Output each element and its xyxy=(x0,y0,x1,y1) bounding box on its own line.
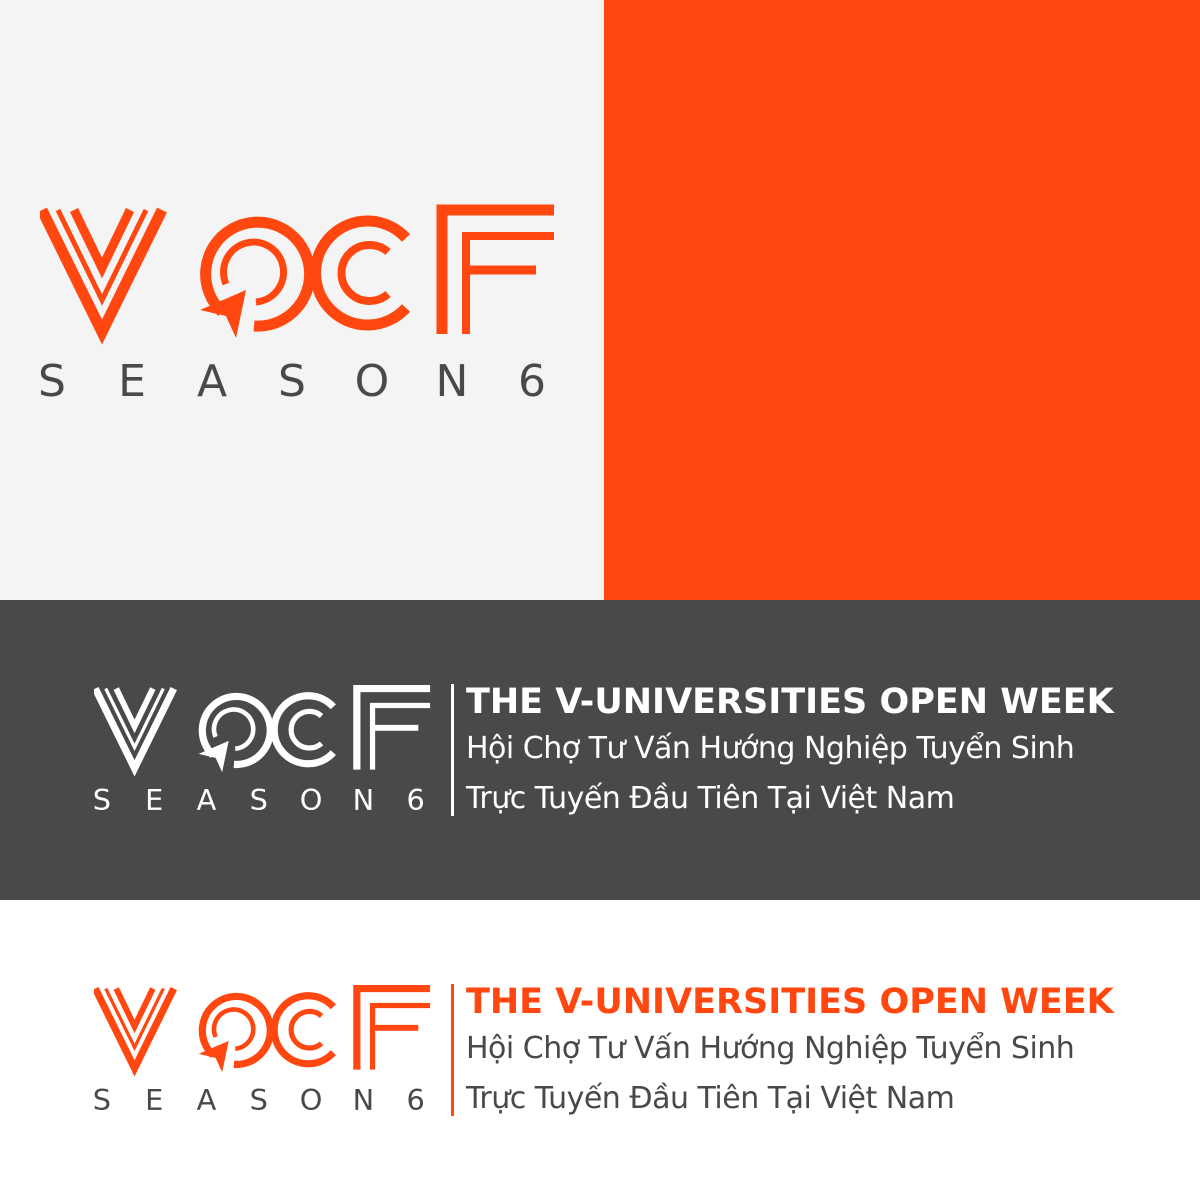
season-letter: S xyxy=(94,1083,111,1116)
tagline-line-1: Hội Chợ Tư Vấn Hướng Nghiệp Tuyển Sinh xyxy=(466,731,1075,766)
season-letter: 6 xyxy=(407,1083,425,1116)
logo-letter-f xyxy=(353,684,431,770)
cursor-arrow-in-circle-icon xyxy=(198,992,274,1073)
tagline-block-dark: THE V-UNIVERSITIES OPEN WEEK Hội Chợ Tư … xyxy=(466,680,1114,824)
logo-letter-v xyxy=(94,986,177,1077)
season-letter: N xyxy=(353,1083,375,1116)
logo-letter-c xyxy=(310,215,411,331)
season-letter: A xyxy=(197,1083,217,1116)
logo-letter-v xyxy=(40,207,167,345)
logo-panel-orange: SEASON6 xyxy=(604,0,1200,600)
season-label: SEASON6 xyxy=(94,1083,425,1116)
tagline-line-2: Trực Tuyến Đầu Tiên Tại Việt Nam xyxy=(466,781,955,816)
tagline-block-white: THE V-UNIVERSITIES OPEN WEEK Hội Chợ Tư … xyxy=(466,980,1114,1124)
logo-letter-v xyxy=(94,686,177,777)
season-letter: S xyxy=(250,783,268,816)
season-letter: S xyxy=(94,783,111,816)
vocf-logo-orange: S E A S ON 6 xyxy=(40,204,554,404)
vocf-logo-white-small: SEASON6 xyxy=(94,684,431,816)
season-letter: 6 xyxy=(518,356,546,404)
logo-letter-f xyxy=(353,984,431,1070)
cursor-arrow-in-circle-icon xyxy=(198,692,274,773)
lockup-divider xyxy=(451,684,454,816)
season-letter: A xyxy=(197,783,217,816)
tagline-title: THE V-UNIVERSITIES OPEN WEEK xyxy=(466,682,1114,722)
tagline-line-1: Hội Chợ Tư Vấn Hướng Nghiệp Tuyển Sinh xyxy=(466,1031,1075,1066)
cursor-arrow-in-circle-icon xyxy=(200,216,316,338)
lockup-divider xyxy=(451,984,454,1116)
season-label: SEASON6 xyxy=(94,783,425,816)
tagline-title: THE V-UNIVERSITIES OPEN WEEK xyxy=(466,982,1114,1022)
season-letter: N xyxy=(353,783,375,816)
season-letter: N xyxy=(436,356,469,404)
season-label: S E A S ON 6 xyxy=(40,356,546,404)
vocf-logo-orange-small: SEASON6 xyxy=(94,984,431,1116)
tagline-line-2: Trực Tuyến Đầu Tiên Tại Việt Nam xyxy=(466,1081,955,1116)
season-letter: E xyxy=(118,356,146,404)
season-letter: E xyxy=(145,1083,163,1116)
logo-letter-c xyxy=(270,992,336,1068)
season-letter: O xyxy=(355,356,390,404)
logo-panel-light: S E A S ON 6 xyxy=(0,0,604,600)
logo-letter-c xyxy=(270,692,336,768)
season-letter: S xyxy=(40,356,66,404)
season-letter: E xyxy=(145,783,163,816)
season-letter: O xyxy=(300,1083,323,1116)
season-letter: A xyxy=(197,356,227,404)
season-letter: 6 xyxy=(407,783,425,816)
logo-letter-f xyxy=(436,204,554,334)
season-letter: O xyxy=(300,783,323,816)
season-letter: S xyxy=(250,1083,268,1116)
season-letter: S xyxy=(278,356,306,404)
